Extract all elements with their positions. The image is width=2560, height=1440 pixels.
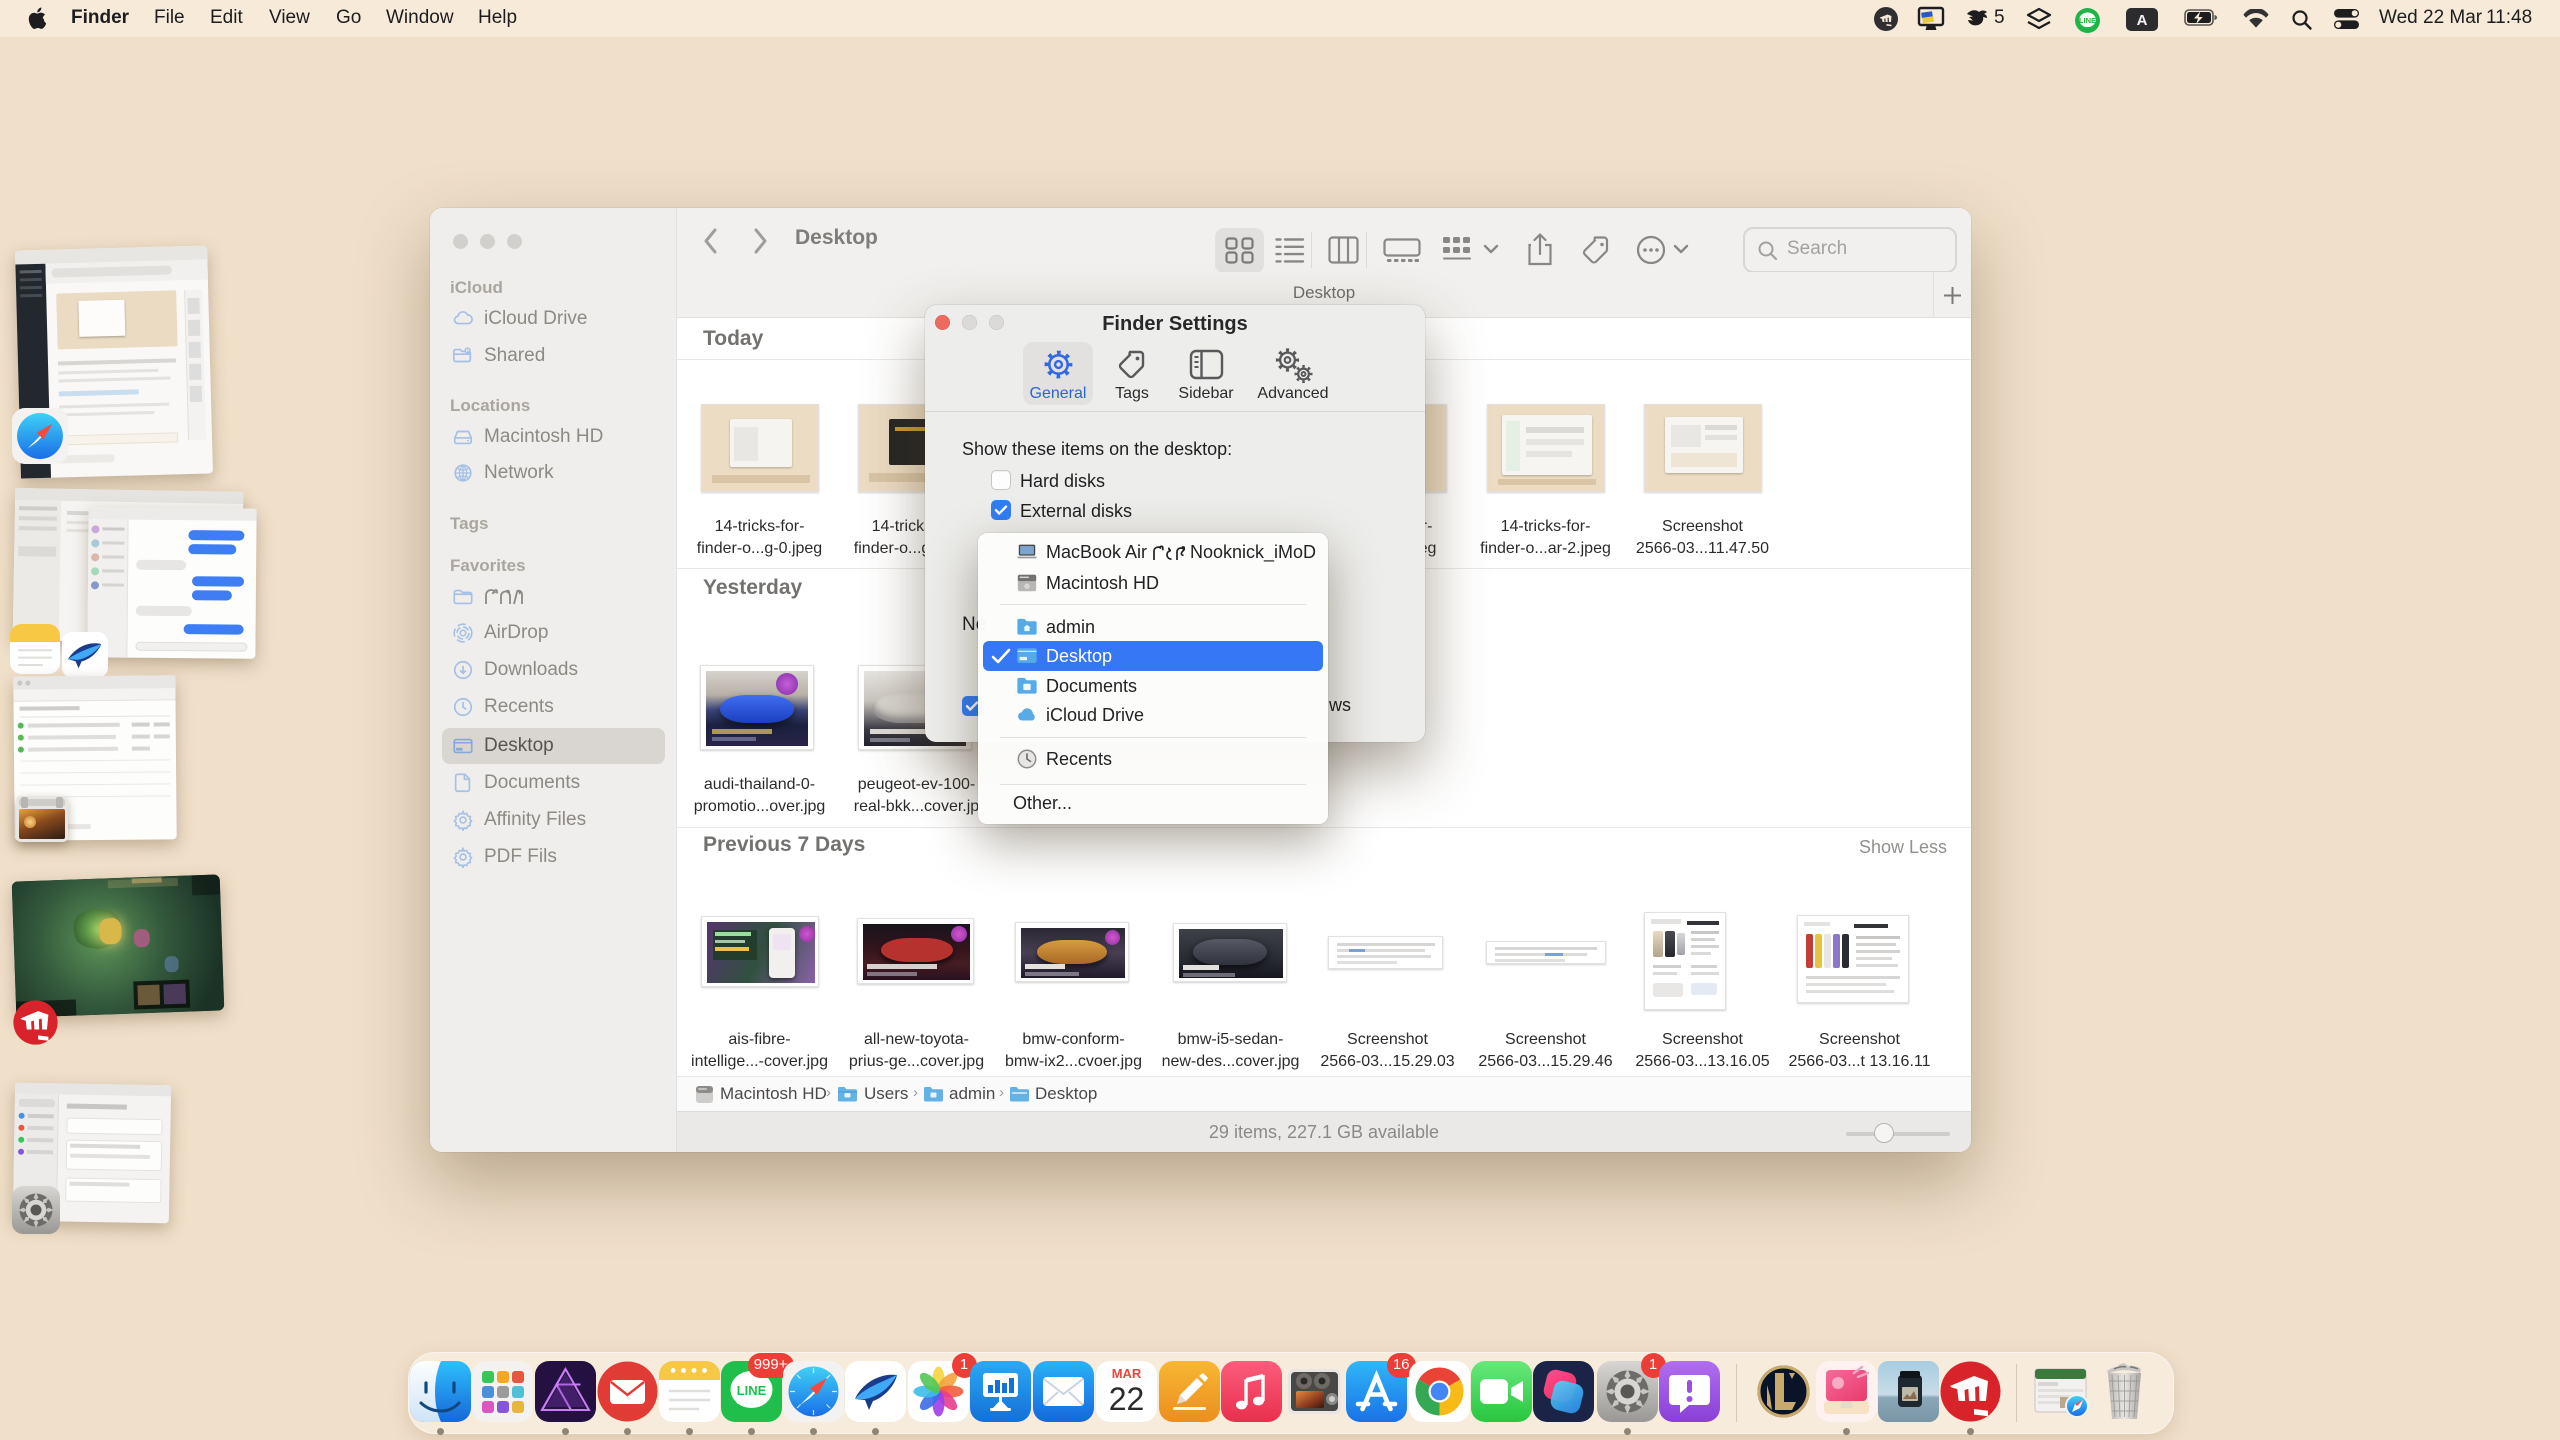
svg-text:MAR: MAR (1111, 1366, 1141, 1381)
svg-text:LINE: LINE (2079, 16, 2096, 25)
svg-text:LINE: LINE (736, 1383, 766, 1398)
svg-text:22: 22 (1108, 1381, 1144, 1417)
svg-text:A: A (2137, 12, 2148, 29)
